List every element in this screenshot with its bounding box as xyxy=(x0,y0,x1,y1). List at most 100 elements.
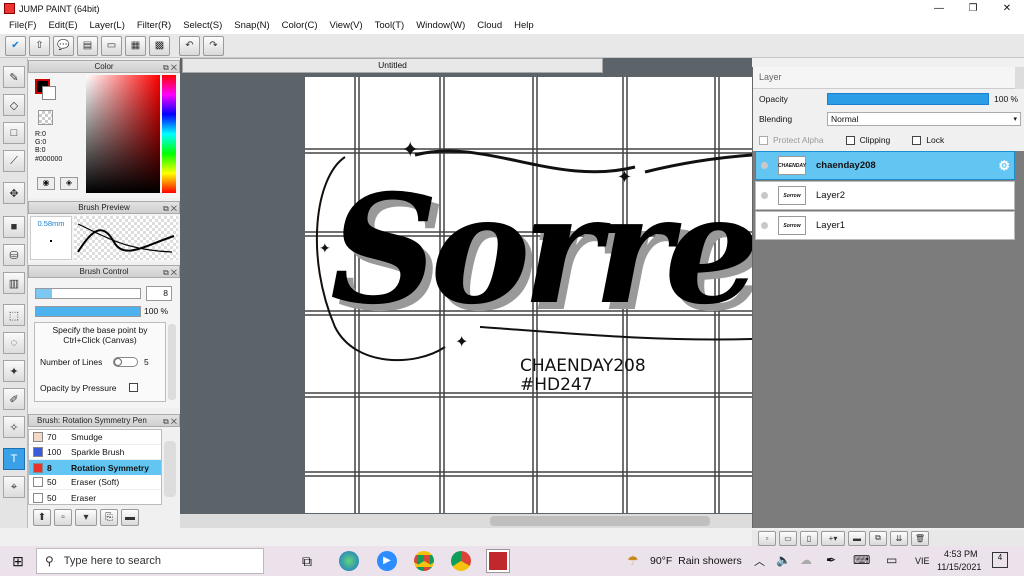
panel-float-close-icon[interactable]: ⧉ ✕ xyxy=(163,62,177,73)
notification-icon[interactable]: 4 xyxy=(992,552,1008,568)
brush-size-input[interactable]: 8 xyxy=(146,286,172,301)
layout-icon[interactable]: ▦ xyxy=(125,35,146,56)
chevron-up-icon[interactable]: ︿ xyxy=(754,553,765,569)
visibility-eye-icon[interactable] xyxy=(761,222,768,229)
drawing-canvas[interactable]: ✦ ✦ ✦ ✦ Sorre Sorre CHAENDAY208 #HD247 xyxy=(305,77,752,513)
menu-view[interactable]: View(V) xyxy=(324,20,369,31)
eyedropper-tool-icon[interactable]: ⌖ xyxy=(3,476,25,498)
volume-icon[interactable]: 🔈 xyxy=(776,553,791,567)
duplicate-layer-icon[interactable]: ⧉ xyxy=(869,530,887,546)
cloud-icon[interactable]: ☁ xyxy=(800,553,812,567)
panel-float-close-icon[interactable]: ⧉ ✕ xyxy=(163,416,177,427)
close-button[interactable]: ✕ xyxy=(990,0,1024,17)
chrome-icon[interactable] xyxy=(414,551,434,571)
trash-icon[interactable]: 🗑 xyxy=(911,530,929,546)
menu-select[interactable]: Select(S) xyxy=(177,20,228,31)
lock-checkbox[interactable]: Lock xyxy=(912,135,944,145)
pen-icon[interactable]: ✒ xyxy=(826,553,836,567)
windows-start-icon[interactable]: ⊞ xyxy=(0,546,36,576)
layer-item-chaenday208[interactable]: CHAENDAY chaenday208 ⚙ xyxy=(755,151,1015,180)
transparent-swatch[interactable] xyxy=(38,110,53,125)
grid-check-icon[interactable]: ▩ xyxy=(149,35,170,56)
palette-icon[interactable]: ◉ xyxy=(37,177,55,190)
folder-icon[interactable]: ▬ xyxy=(848,530,866,546)
brush-item-selected[interactable]: 8 Rotation Symmetry xyxy=(29,460,161,475)
hue-slider[interactable] xyxy=(162,75,176,193)
undo-icon[interactable]: ↶ xyxy=(179,35,200,56)
visibility-eye-icon[interactable] xyxy=(761,192,768,199)
new-layer-8bit-icon[interactable]: ▭ xyxy=(779,530,797,546)
document-icon[interactable]: ▭ xyxy=(101,35,122,56)
layer-panel-scrollbar[interactable] xyxy=(1015,67,1024,89)
share-icon[interactable]: ⇧ xyxy=(29,35,50,56)
fill-rect-icon[interactable]: ■ xyxy=(3,216,25,238)
layer-item-layer1[interactable]: Sorrow Layer1 xyxy=(755,211,1015,240)
menu-color[interactable]: Color(C) xyxy=(276,20,324,31)
layer-opacity-slider[interactable] xyxy=(827,93,989,105)
menu-file[interactable]: File(F) xyxy=(3,20,42,31)
edge-icon[interactable] xyxy=(339,551,359,571)
weather-text[interactable]: 90°F Rain showers xyxy=(650,555,742,567)
menu-filter[interactable]: Filter(R) xyxy=(131,20,177,31)
opacity-pressure-checkbox[interactable] xyxy=(129,383,138,392)
number-of-lines-toggle[interactable] xyxy=(113,357,138,367)
menu-window[interactable]: Window(W) xyxy=(410,20,471,31)
menu-cloud[interactable]: Cloud xyxy=(471,20,508,31)
brush-control-scrollbar[interactable] xyxy=(168,324,176,400)
bucket-tool-icon[interactable]: ⛁ xyxy=(3,244,25,266)
redo-icon[interactable]: ↷ xyxy=(203,35,224,56)
restore-button[interactable]: ❐ xyxy=(956,0,990,17)
panel-float-close-icon[interactable]: ⧉ ✕ xyxy=(163,267,177,278)
zoom-icon[interactable]: ▶ xyxy=(377,551,397,571)
clipping-checkbox[interactable]: Clipping xyxy=(845,135,890,145)
move-tool-icon[interactable]: ✥ xyxy=(3,182,25,204)
menu-edit[interactable]: Edit(E) xyxy=(42,20,83,31)
cloud-check-icon[interactable]: ✔ xyxy=(5,35,26,56)
brush-item[interactable]: 50 Eraser (Soft) xyxy=(29,475,161,490)
panel-float-close-icon[interactable]: ⧉ ✕ xyxy=(163,203,177,214)
brush-list-scrollbar[interactable] xyxy=(164,441,176,497)
select-rect-icon[interactable]: □ xyxy=(3,122,25,144)
brush-copy-icon[interactable]: ▾ xyxy=(75,508,97,526)
merge-layer-icon[interactable]: ⇊ xyxy=(890,530,908,546)
task-view-icon[interactable]: ⧉ xyxy=(302,553,312,570)
brush-item[interactable]: 50 Eraser xyxy=(29,490,161,505)
brush-opacity-slider[interactable] xyxy=(35,306,141,317)
brush-settings-icon[interactable]: ⎘ xyxy=(100,508,118,526)
eyedrop-icon[interactable]: ◈ xyxy=(60,177,78,190)
keyboard-icon[interactable]: ⌨ xyxy=(853,553,870,567)
new-layer-1bit-icon[interactable]: ▯ xyxy=(800,530,818,546)
text-tool-icon[interactable]: T xyxy=(3,448,25,470)
protect-alpha-checkbox[interactable]: Protect Alpha xyxy=(759,135,824,145)
visibility-eye-icon[interactable] xyxy=(761,162,768,169)
line-tool-icon[interactable]: ⟋ xyxy=(3,150,25,172)
eraser-tool-icon[interactable]: ◇ xyxy=(3,94,25,116)
chrome-profile-icon[interactable] xyxy=(451,551,471,571)
brush-add-icon[interactable]: ⬆ xyxy=(33,508,51,526)
menu-tool[interactable]: Tool(T) xyxy=(369,20,411,31)
new-layer-icon[interactable]: ▫ xyxy=(758,530,776,546)
lasso-tool-icon[interactable]: ◌ xyxy=(3,332,25,354)
taskbar-search[interactable]: ⚲ Type here to search xyxy=(36,548,264,574)
scroll-thumb[interactable] xyxy=(490,516,710,526)
menu-snap[interactable]: Snap(N) xyxy=(228,20,275,31)
jump-paint-taskbar-icon[interactable] xyxy=(486,549,510,573)
document-tab[interactable]: Untitled xyxy=(182,58,603,73)
select-pen-icon[interactable]: ✐ xyxy=(3,388,25,410)
add-layer-menu-icon[interactable]: +▾ xyxy=(821,530,845,546)
layer-item-layer2[interactable]: Sorrow Layer2 xyxy=(755,181,1015,210)
gear-icon[interactable]: ⚙ xyxy=(998,158,1010,174)
display-icon[interactable]: ▭ xyxy=(886,553,897,567)
clock-time[interactable]: 4:53 PM xyxy=(944,549,978,559)
horizontal-scrollbar[interactable] xyxy=(180,514,752,528)
pen-tool-icon[interactable]: ✎ xyxy=(3,66,25,88)
secondary-color-swatch[interactable] xyxy=(42,86,56,100)
magic-wand-icon[interactable]: ✦ xyxy=(3,360,25,382)
brush-new-icon[interactable]: ▫ xyxy=(54,508,72,526)
select-eraser-icon[interactable]: ✧ xyxy=(3,416,25,438)
brush-item[interactable]: 70 Smudge xyxy=(29,430,161,445)
menu-help[interactable]: Help xyxy=(508,20,540,31)
brush-folder-icon[interactable]: ▬ xyxy=(121,508,139,526)
comment-icon[interactable]: 💬 xyxy=(53,35,74,56)
gradient-tool-icon[interactable]: ▥ xyxy=(3,272,25,294)
